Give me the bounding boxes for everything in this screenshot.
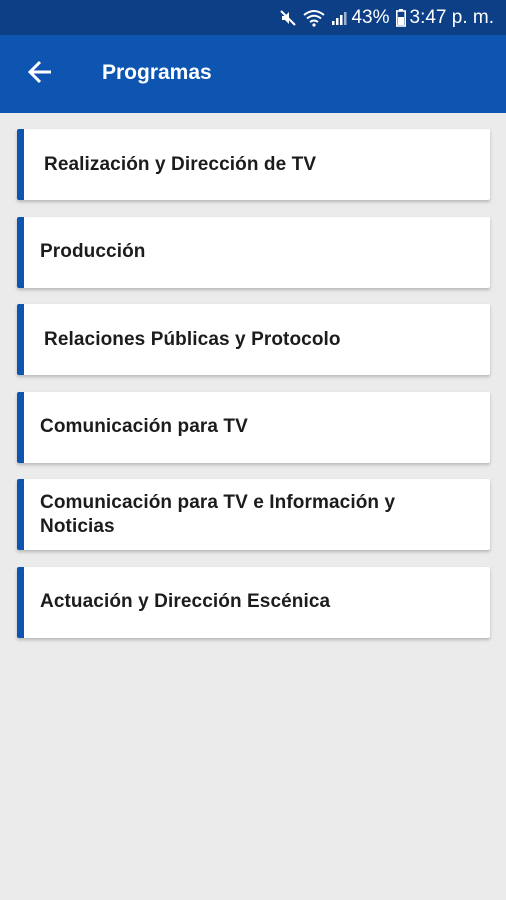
mute-icon [279, 9, 297, 27]
back-button[interactable] [18, 55, 62, 93]
program-label: Comunicación para TV [40, 416, 248, 437]
wifi-icon [303, 9, 326, 27]
app-bar: Programas [0, 35, 506, 113]
program-label: Actuación y Dirección Escénica [40, 591, 331, 612]
clock: 3:47 p. m. [409, 6, 495, 28]
battery-percent: 43% [351, 6, 390, 28]
program-card-relaciones-publicas[interactable]: Relaciones Públicas y Protocolo [17, 304, 490, 375]
program-card-comunicacion-tv-noticias[interactable]: Comunicación para TV e Información y Not… [17, 479, 490, 550]
program-label: Realización y Dirección de TV [44, 153, 317, 175]
signal-icon [331, 10, 347, 26]
program-card-actuacion[interactable]: Actuación y Dirección Escénica [17, 566, 490, 638]
programs-list: Realización y Dirección de TV Producción… [17, 129, 490, 654]
status-bar: 43% 3:47 p. m. [0, 0, 506, 35]
program-card-comunicacion-tv[interactable]: Comunicación para TV [17, 391, 490, 463]
program-label: Producción [40, 241, 146, 262]
program-card-produccion[interactable]: Producción [17, 216, 490, 288]
program-label: Comunicación para TV e Información y Not… [40, 491, 396, 537]
battery-icon [395, 8, 406, 27]
program-card-realizacion[interactable]: Realización y Dirección de TV [17, 129, 490, 200]
program-label: Relaciones Públicas y Protocolo [44, 328, 341, 350]
page-title: Programas [102, 61, 212, 84]
arrow-left-icon [27, 59, 53, 90]
